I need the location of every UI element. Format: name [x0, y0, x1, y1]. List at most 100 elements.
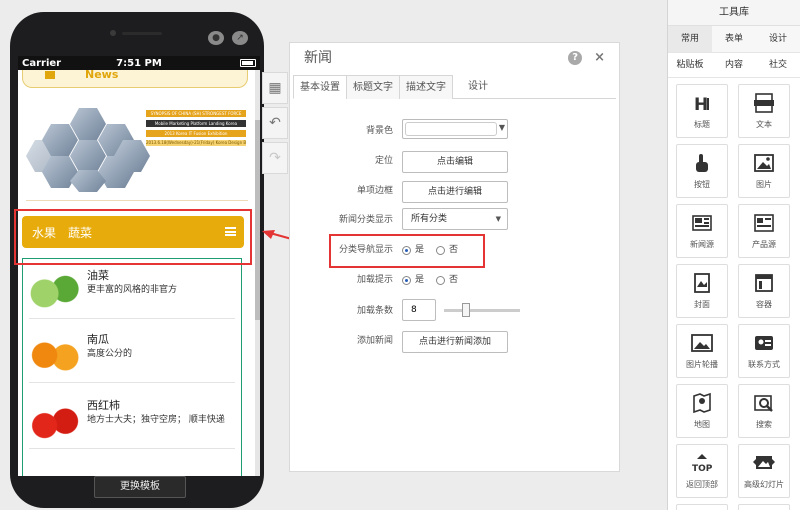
item-title: 油菜: [87, 269, 109, 282]
banner-line: 2013 Korea IT Fusion Exhibition: [146, 130, 246, 137]
tab-design[interactable]: 设计: [452, 75, 494, 99]
add-news-button[interactable]: 点击进行新闻添加: [402, 331, 508, 353]
banner-line: Mobile Marketing Platform Landing Korea: [146, 120, 246, 127]
load-tip-no-radio[interactable]: 否: [436, 268, 458, 292]
map-pin-icon: [691, 392, 713, 414]
tool-advanced-slider[interactable]: 高级幻灯片: [738, 444, 790, 498]
tab-form[interactable]: 表单: [712, 26, 756, 52]
row-border: 单项边框 点击进行编辑: [290, 179, 621, 203]
row-load-tip: 加载提示 是 否: [290, 268, 621, 292]
tab-common[interactable]: 常用: [668, 26, 712, 52]
caret-down-icon: ▼: [495, 215, 501, 223]
tool-product-source[interactable]: 产品源: [738, 204, 790, 258]
tab-clipboard[interactable]: 粘贴板: [668, 53, 712, 77]
load-count-slider[interactable]: [444, 303, 520, 317]
battery-icon: [240, 59, 256, 67]
news-header-label: News: [85, 70, 119, 81]
slider-handle[interactable]: [462, 303, 470, 317]
item-thumbnail: [29, 331, 81, 375]
tab-content[interactable]: 内容: [712, 53, 756, 77]
switch-template-button[interactable]: 更换模板: [94, 476, 186, 498]
tab-desc-text[interactable]: 描述文字: [399, 75, 453, 99]
list-item[interactable]: 南瓜 高度公分的: [29, 323, 235, 383]
tool-text[interactable]: 文本: [738, 84, 790, 138]
heading-icon: H: [691, 92, 713, 114]
border-edit-button[interactable]: 点击进行编辑: [402, 181, 508, 203]
tool-container[interactable]: 容器: [738, 264, 790, 318]
tab-basic-settings[interactable]: 基本设置: [293, 75, 347, 99]
search-icon: [753, 392, 775, 414]
phone-camera: [110, 30, 116, 36]
position-edit-button[interactable]: 点击编辑: [402, 151, 508, 173]
edit-toolbar: ▦ ↶ ↷: [262, 72, 288, 177]
category-show-label: 新闻分类显示: [338, 215, 393, 225]
caret-down-icon: ▼: [498, 123, 505, 132]
position-label: 定位: [374, 156, 393, 166]
list-item[interactable]: 油菜 更丰富的风格的非官方: [29, 259, 235, 319]
tool-back-to-top[interactable]: TOP 返回顶部: [676, 444, 728, 498]
help-icon[interactable]: ?: [568, 51, 583, 65]
toolbox-title: 工具库: [668, 0, 800, 26]
row-position: 定位 点击编辑: [290, 149, 621, 173]
category-select[interactable]: 所有分类 ▼: [402, 208, 508, 230]
load-tip-yes-radio[interactable]: 是: [402, 268, 424, 292]
product-list-icon: [753, 212, 775, 234]
tool-button[interactable]: 按钮: [676, 144, 728, 198]
image-icon: [753, 152, 775, 174]
banner-line: SYNOPSIS OF CHINA (SH) STRONGEST FORCE: [146, 110, 246, 117]
qq-icon[interactable]: ●: [208, 31, 224, 45]
svg-text:H: H: [694, 95, 708, 114]
banner-line: 2013.6.18(Wednesday)-21(Friday) Korea De…: [146, 140, 246, 146]
toolbox-subtabs: 粘贴板 内容 社交: [668, 52, 800, 78]
color-swatch: [405, 122, 497, 136]
top-icon: TOP: [691, 452, 713, 474]
scrollbar-thumb[interactable]: [255, 120, 260, 320]
undo-icon[interactable]: ↶: [262, 107, 288, 139]
tool-more[interactable]: [738, 504, 790, 510]
carousel-icon: [691, 332, 713, 354]
preview-scrollbar[interactable]: [255, 70, 260, 476]
tab-social[interactable]: 社交: [756, 53, 800, 77]
phone-screen: Carrier 7:51 PM News SYNOPSIS OF CHINA (…: [18, 56, 260, 476]
add-news-label: 添加新闻: [356, 336, 393, 346]
toolbox-tabs: 常用 表单 设计: [668, 26, 800, 52]
item-desc: 更丰富的风格的非官方: [87, 285, 178, 295]
tool-image[interactable]: 图片: [738, 144, 790, 198]
cover-icon: [691, 272, 713, 294]
highlight-box: [329, 234, 485, 268]
close-icon[interactable]: ×: [594, 51, 605, 65]
banner-image[interactable]: SYNOPSIS OF CHINA (SH) STRONGEST FORCE M…: [26, 100, 248, 192]
tool-search[interactable]: 搜索: [738, 384, 790, 438]
row-category-show: 新闻分类显示 所有分类 ▼: [290, 208, 621, 232]
news-list: 油菜 更丰富的风格的非官方 南瓜 高度公分的 西红柿 地方士大夫；独守空房； 顺…: [22, 258, 242, 476]
redo-icon[interactable]: ↷: [262, 142, 288, 174]
load-count-input[interactable]: 8: [402, 299, 436, 321]
load-count-label: 加载条数: [356, 306, 393, 316]
tab-title-text[interactable]: 标题文字: [346, 75, 400, 99]
news-icon: [45, 70, 55, 79]
tool-more[interactable]: [676, 504, 728, 510]
list-item[interactable]: 西红柿 地方士大夫；独守空房； 顺丰快递: [29, 389, 235, 449]
phone-speaker: [122, 32, 162, 35]
item-desc: 高度公分的: [87, 349, 133, 359]
tool-contact[interactable]: 联系方式: [738, 324, 790, 378]
newspaper-icon: [691, 212, 713, 234]
qrcode-icon[interactable]: ▦: [262, 72, 288, 104]
carrier-label: Carrier: [22, 57, 62, 69]
tool-cover[interactable]: 封面: [676, 264, 728, 318]
item-thumbnail: [29, 397, 81, 441]
bg-color-picker[interactable]: ▼: [402, 119, 508, 139]
item-desc: 地方士大夫；独守空房； 顺丰快递: [87, 415, 225, 425]
item-title: 南瓜: [87, 333, 109, 346]
tool-title[interactable]: H 标题: [676, 84, 728, 138]
row-bg-color: 背景色 ▼: [290, 119, 621, 143]
tool-carousel[interactable]: 图片轮播: [676, 324, 728, 378]
pointer-icon: [691, 152, 713, 174]
tool-news-source[interactable]: 新闻源: [676, 204, 728, 258]
tool-map[interactable]: 地图: [676, 384, 728, 438]
border-label: 单项边框: [356, 186, 393, 196]
bg-color-label: 背景色: [365, 126, 393, 136]
tab-design[interactable]: 设计: [756, 26, 800, 52]
chart-icon[interactable]: ↗: [232, 31, 248, 45]
banner-text: SYNOPSIS OF CHINA (SH) STRONGEST FORCE M…: [146, 110, 246, 149]
